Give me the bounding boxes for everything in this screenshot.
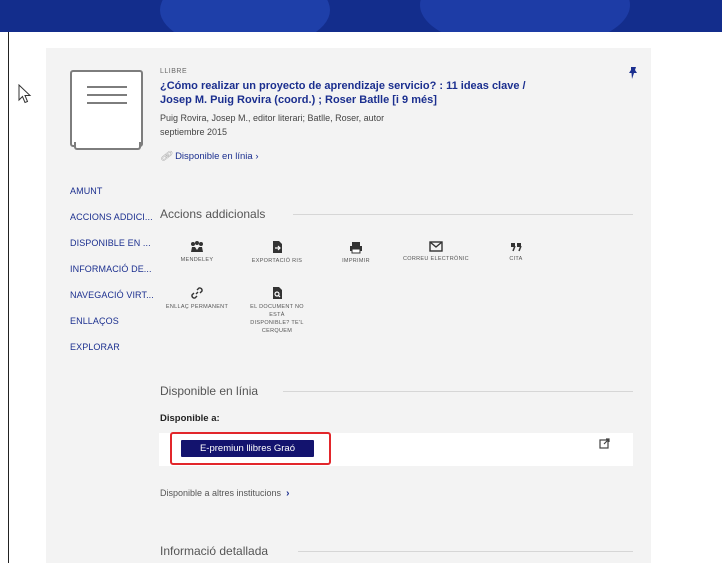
action-label: EL DOCUMENT NO ESTÀ DISPONIBLE? TE'L CER… bbox=[250, 304, 304, 334]
print-icon bbox=[350, 242, 362, 254]
book-thumbnail-icon bbox=[70, 70, 143, 151]
availability-link[interactable]: 🔗︎ Disponible en línia › bbox=[160, 151, 259, 162]
side-nav-item-disponible-en-linia[interactable]: DISPONIBLE EN ... bbox=[70, 238, 151, 248]
action-label: ENLLAÇ PERMANENT bbox=[165, 304, 229, 310]
export-ris-icon bbox=[272, 241, 282, 253]
action-enllac-permanent[interactable]: ENLLAÇ PERMANENT bbox=[162, 286, 232, 311]
chevron-right-icon: › bbox=[255, 151, 259, 162]
link-icon bbox=[191, 287, 203, 299]
email-icon bbox=[429, 241, 443, 252]
action-label: EXPORTACIÓ RIS bbox=[251, 258, 303, 264]
action-el-document-no-esta-disponible[interactable]: EL DOCUMENT NO ESTÀ DISPONIBLE? TE'L CER… bbox=[242, 286, 312, 335]
online-section-heading: Disponible en línia bbox=[160, 384, 259, 398]
section-divider bbox=[298, 551, 633, 552]
action-label: MENDELEY bbox=[180, 257, 214, 263]
side-nav-item-enllacos[interactable]: ENLLAÇOS bbox=[70, 316, 119, 326]
record-authors: Puig Rovira, Josep M., editor literari; … bbox=[160, 113, 385, 123]
external-link-icon[interactable] bbox=[599, 438, 610, 449]
action-mendeley[interactable]: MENDELEY bbox=[162, 241, 232, 264]
document-search-icon bbox=[272, 287, 282, 299]
window-left-border bbox=[8, 32, 9, 563]
other-institutions-link[interactable]: Disponible a altres institucions › bbox=[160, 488, 289, 499]
action-cita[interactable]: CITA bbox=[481, 242, 551, 263]
chevron-right-icon: › bbox=[286, 488, 290, 499]
details-section-heading: Informació detallada bbox=[160, 544, 269, 558]
side-nav-item-accions-addicionals[interactable]: ACCIONS ADDICI... bbox=[70, 212, 153, 222]
other-institutions-text[interactable]: Disponible a altres institucions bbox=[160, 488, 281, 498]
available-at-label: Disponible a: bbox=[160, 413, 220, 424]
action-exportacio-ris[interactable]: EXPORTACIÓ RIS bbox=[242, 240, 312, 265]
action-label: IMPRIMIR bbox=[342, 258, 370, 264]
record-title-line-2[interactable]: Josep M. Puig Rovira (coord.) ; Roser Ba… bbox=[160, 93, 580, 107]
action-correu-electronic[interactable]: CORREU ELECTRÒNIC bbox=[401, 241, 471, 263]
quote-icon bbox=[511, 243, 522, 252]
action-imprimir[interactable]: IMPRIMIR bbox=[321, 241, 391, 265]
side-nav-item-amunt[interactable]: AMUNT bbox=[70, 186, 103, 196]
availability-text[interactable]: Disponible en línia bbox=[175, 151, 253, 162]
pin-icon[interactable] bbox=[627, 66, 639, 80]
side-nav-item-navegacio-virtual[interactable]: NAVEGACIÓ VIRT... bbox=[70, 290, 154, 300]
section-divider bbox=[293, 214, 633, 215]
record-date: septiembre 2015 bbox=[160, 127, 228, 137]
action-label: CORREU ELECTRÒNIC bbox=[403, 256, 469, 262]
record-title[interactable]: ¿Cómo realizar un proyecto de aprendizaj… bbox=[160, 79, 580, 107]
link-icon: 🔗︎ bbox=[160, 151, 173, 162]
mendeley-icon bbox=[191, 241, 203, 252]
mouse-cursor-icon bbox=[18, 84, 32, 104]
side-nav-item-informacio-detallada[interactable]: INFORMACIÓ DE... bbox=[70, 264, 152, 274]
actions-section-heading: Accions addicionals bbox=[160, 207, 266, 221]
top-banner bbox=[0, 0, 722, 32]
record-type: LLIBRE bbox=[160, 68, 188, 75]
action-label: CITA bbox=[509, 256, 523, 262]
record-title-line-1[interactable]: ¿Cómo realizar un proyecto de aprendizaj… bbox=[160, 79, 580, 93]
section-divider bbox=[283, 391, 633, 392]
side-nav-item-explorar[interactable]: EXPLORAR bbox=[70, 342, 120, 352]
provider-button[interactable]: E-premiun llibres Graó bbox=[181, 440, 314, 457]
